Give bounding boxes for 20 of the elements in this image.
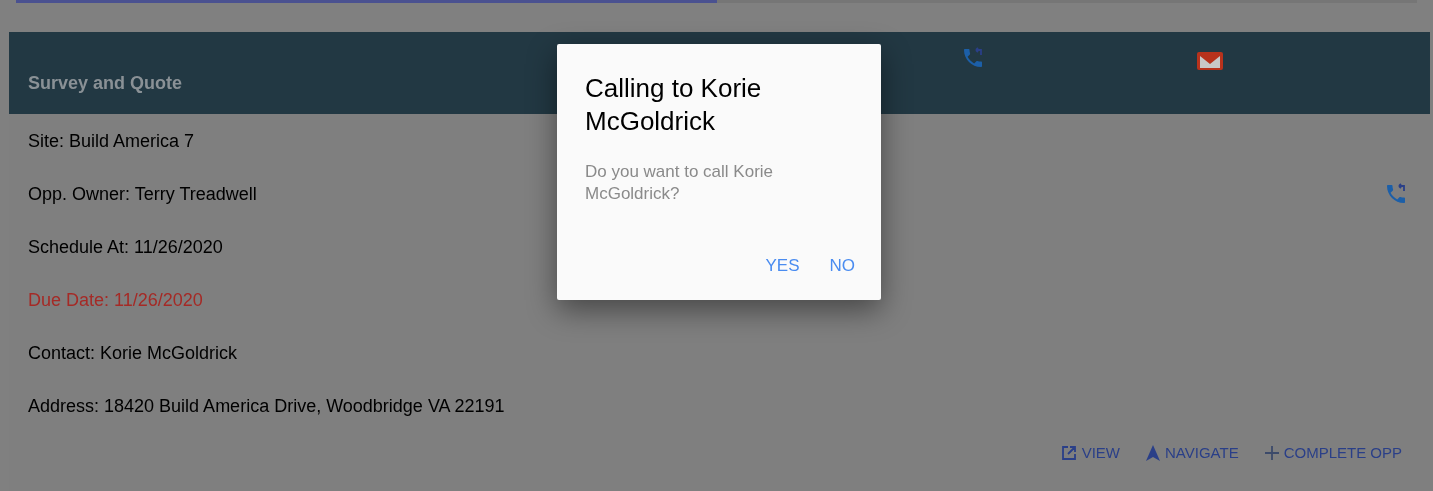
action-button[interactable]: VIEW (1060, 442, 1120, 465)
action-button[interactable]: COMPLETE OPP (1264, 442, 1402, 465)
dialog-message: Do you want to call Korie McGoldrick? (585, 161, 775, 205)
card-title: Survey and Quote (28, 72, 183, 95)
detail-text: Address: 18420 Build America Drive, Woodbridge VA 22191 (28, 395, 505, 418)
detail-text: Opp. Owner: Terry Treadwell (28, 183, 257, 206)
navigation-arrow-icon (1146, 445, 1160, 462)
open-external-icon (1060, 445, 1077, 462)
dialog-button[interactable]: YES (765, 252, 800, 278)
mail-icon[interactable] (1196, 50, 1224, 72)
detail-text: Site: Build America 7 (28, 130, 195, 153)
dialog-title: Calling to Korie McGoldrick (585, 72, 763, 138)
plus-icon (1264, 446, 1279, 461)
dialog-button[interactable]: NO (829, 252, 855, 278)
detail-text: Schedule At: 11/26/2020 (28, 236, 223, 259)
phone-call-icon[interactable] (1384, 182, 1408, 206)
action-button[interactable]: NAVIGATE (1146, 442, 1239, 465)
detail-text: Contact: Korie McGoldrick (28, 342, 238, 365)
phone-call-icon[interactable] (961, 46, 985, 70)
detail-text: Due Date: 11/26/2020 (28, 289, 203, 312)
